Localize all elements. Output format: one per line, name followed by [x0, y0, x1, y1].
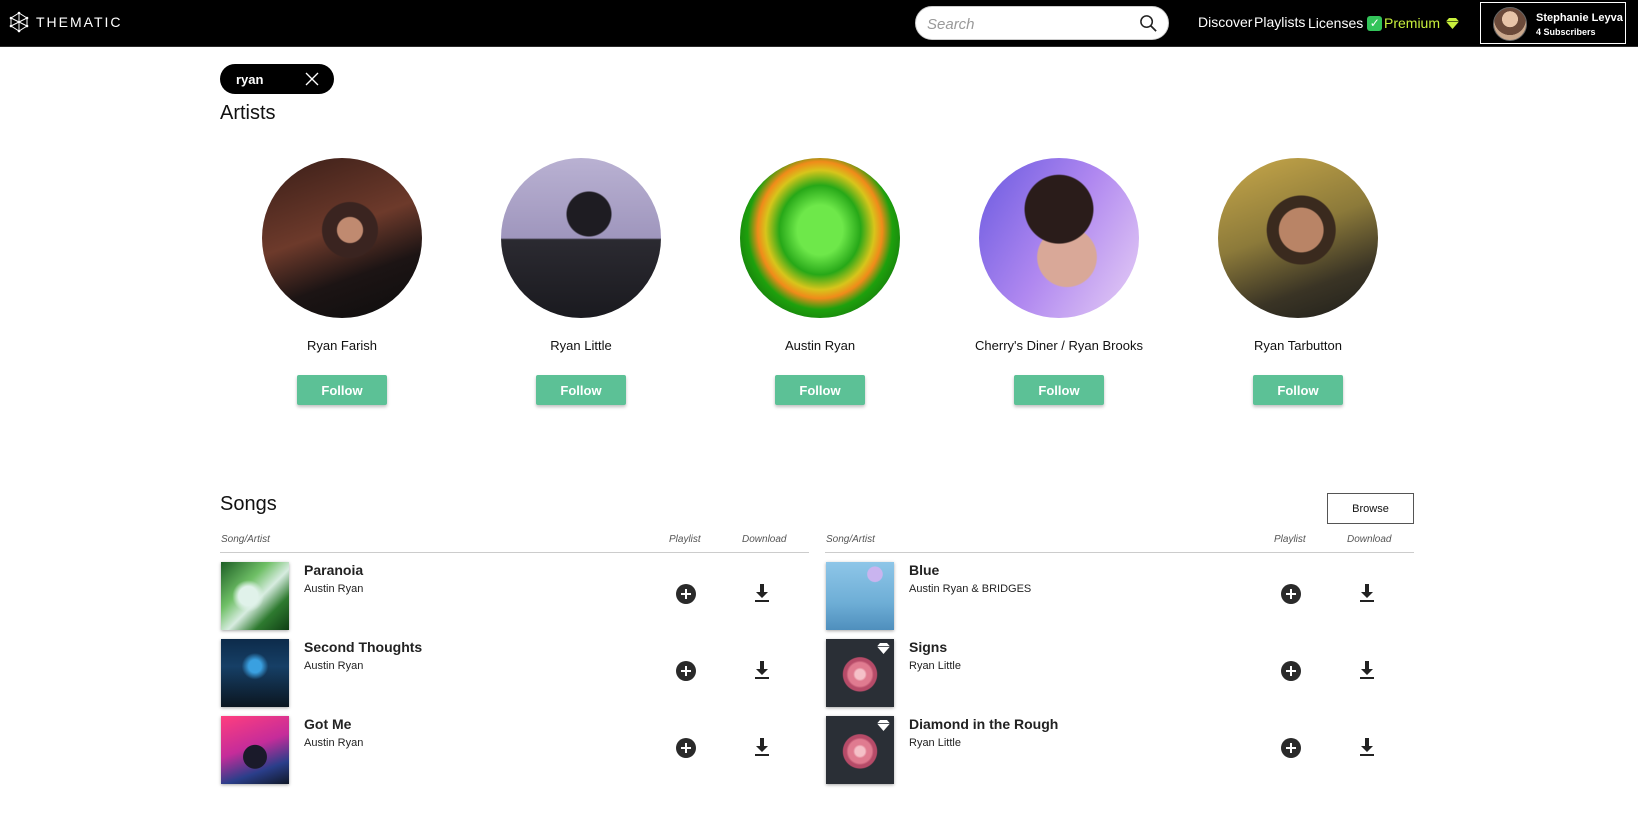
song-artist[interactable]: Austin Ryan — [304, 583, 363, 595]
artist-card: Ryan Tarbutton Follow — [1198, 158, 1398, 408]
song-artist[interactable]: Austin Ryan — [304, 660, 363, 672]
song-row: Got Me Austin Ryan — [220, 716, 809, 786]
column-header-song-artist: Song/Artist — [221, 534, 270, 545]
search-icon[interactable] — [1139, 14, 1158, 33]
header-divider — [825, 552, 1414, 553]
column-header-playlist: Playlist — [1274, 534, 1306, 545]
column-header-song-artist: Song/Artist — [826, 534, 875, 545]
artist-card: Ryan Little Follow — [481, 158, 681, 408]
follow-button[interactable]: Follow — [1253, 375, 1343, 405]
header-divider — [220, 552, 809, 553]
artist-name[interactable]: Ryan Little — [481, 338, 681, 353]
artists-heading: Artists — [220, 102, 276, 124]
song-title[interactable]: Got Me — [304, 716, 351, 732]
artist-name[interactable]: Ryan Farish — [242, 338, 442, 353]
download-icon[interactable] — [1359, 583, 1375, 603]
song-row: Diamond in the Rough Ryan Little — [825, 716, 1414, 786]
artist-name[interactable]: Cherry's Diner / Ryan Brooks — [959, 338, 1159, 353]
add-to-playlist-button[interactable] — [1281, 661, 1301, 681]
download-icon[interactable] — [754, 737, 770, 757]
add-to-playlist-button[interactable] — [676, 738, 696, 758]
column-header-download: Download — [742, 534, 787, 545]
follow-button[interactable]: Follow — [297, 375, 387, 405]
song-row: Second Thoughts Austin Ryan — [220, 639, 809, 709]
artist-name[interactable]: Austin Ryan — [720, 338, 920, 353]
premium-diamond-icon — [877, 643, 890, 654]
search-input[interactable] — [927, 14, 1137, 34]
diamond-icon — [1446, 17, 1460, 29]
nav-licenses[interactable]: Licenses ✓ — [1308, 14, 1383, 32]
nav-playlists[interactable]: Playlists — [1254, 14, 1305, 32]
artist-photo[interactable] — [979, 158, 1139, 318]
song-title[interactable]: Paranoia — [304, 562, 363, 578]
song-title[interactable]: Signs — [909, 639, 947, 655]
song-title[interactable]: Second Thoughts — [304, 639, 422, 655]
song-row: Paranoia Austin Ryan — [220, 562, 809, 632]
song-artwork[interactable] — [221, 639, 289, 707]
add-to-playlist-button[interactable] — [1281, 584, 1301, 604]
premium-diamond-icon — [877, 720, 890, 731]
song-row: Blue Austin Ryan & BRIDGES — [825, 562, 1414, 632]
user-subscribers: 4 Subscribers — [1536, 27, 1596, 37]
nav-licenses-label: Licenses — [1308, 15, 1364, 31]
top-navigation-bar: THEMATIC Discover Playlists Licenses ✓ P… — [0, 0, 1638, 47]
user-profile-menu[interactable]: Stephanie Leyva 4 Subscribers — [1480, 2, 1626, 44]
add-to-playlist-button[interactable] — [676, 661, 696, 681]
follow-button[interactable]: Follow — [536, 375, 626, 405]
songs-heading: Songs — [220, 493, 277, 515]
artist-photo[interactable] — [1218, 158, 1378, 318]
song-artist[interactable]: Ryan Little — [909, 737, 961, 749]
logo-text: THEMATIC — [36, 14, 123, 30]
song-row: Signs Ryan Little — [825, 639, 1414, 709]
song-artwork[interactable] — [221, 562, 289, 630]
artist-name[interactable]: Ryan Tarbutton — [1198, 338, 1398, 353]
search-query-chip: ryan — [220, 64, 334, 94]
close-icon[interactable] — [305, 72, 319, 86]
add-to-playlist-button[interactable] — [676, 584, 696, 604]
song-title[interactable]: Blue — [909, 562, 939, 578]
follow-button[interactable]: Follow — [775, 375, 865, 405]
thematic-logo[interactable]: THEMATIC — [8, 11, 123, 33]
column-header-download: Download — [1347, 534, 1392, 545]
user-name: Stephanie Leyva — [1536, 12, 1623, 24]
download-icon[interactable] — [1359, 660, 1375, 680]
search-box — [915, 6, 1169, 40]
column-header-playlist: Playlist — [669, 534, 701, 545]
check-icon: ✓ — [1367, 15, 1383, 31]
song-artwork[interactable] — [826, 562, 894, 630]
artist-photo[interactable] — [501, 158, 661, 318]
download-icon[interactable] — [754, 583, 770, 603]
artist-card: Cherry's Diner / Ryan Brooks Follow — [959, 158, 1159, 408]
download-icon[interactable] — [754, 660, 770, 680]
artist-card: Austin Ryan Follow — [720, 158, 920, 408]
nav-discover[interactable]: Discover — [1198, 14, 1252, 32]
song-artist[interactable]: Ryan Little — [909, 660, 961, 672]
nav-premium-label: Premium — [1384, 15, 1441, 31]
avatar — [1493, 7, 1527, 41]
search-query-text: ryan — [236, 72, 264, 87]
song-title[interactable]: Diamond in the Rough — [909, 716, 1058, 732]
song-artist[interactable]: Austin Ryan & BRIDGES — [909, 583, 1031, 595]
song-artwork[interactable] — [221, 716, 289, 784]
song-artist[interactable]: Austin Ryan — [304, 737, 363, 749]
artist-card: Ryan Farish Follow — [242, 158, 442, 408]
add-to-playlist-button[interactable] — [1281, 738, 1301, 758]
artist-photo[interactable] — [262, 158, 422, 318]
song-artwork[interactable] — [826, 716, 894, 784]
artist-photo[interactable] — [740, 158, 900, 318]
follow-button[interactable]: Follow — [1014, 375, 1104, 405]
download-icon[interactable] — [1359, 737, 1375, 757]
nav-premium[interactable]: Premium — [1384, 14, 1460, 32]
browse-button[interactable]: Browse — [1327, 493, 1414, 524]
song-artwork[interactable] — [826, 639, 894, 707]
logo-icon — [9, 11, 29, 33]
